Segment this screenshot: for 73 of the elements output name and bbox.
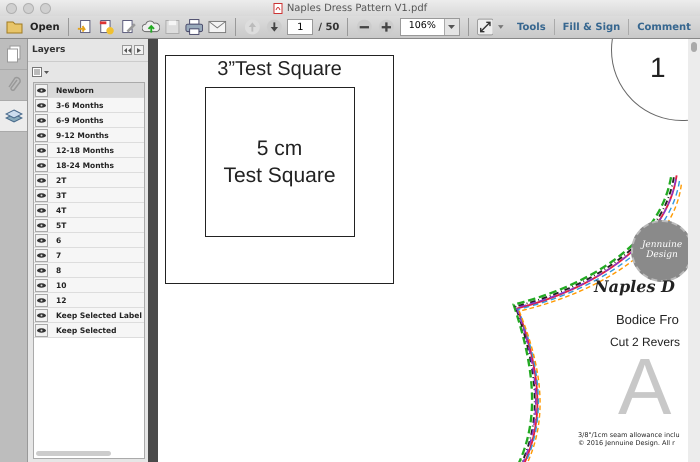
- visibility-toggle[interactable]: [35, 204, 48, 216]
- visibility-toggle[interactable]: [35, 144, 48, 156]
- folder-icon: [6, 20, 24, 34]
- paperclip-icon: [6, 76, 22, 94]
- square-label: Test Square: [223, 163, 336, 189]
- visibility-toggle[interactable]: [35, 264, 48, 276]
- eye-icon: [37, 238, 46, 242]
- eye-icon: [37, 222, 46, 228]
- caret-icon: [448, 25, 456, 29]
- right-arrow-icon: [137, 48, 141, 52]
- layers-icon: [4, 108, 22, 124]
- visibility-toggle[interactable]: [35, 128, 48, 142]
- logo-text: Design: [646, 251, 678, 261]
- scrollbar-thumb[interactable]: [36, 450, 111, 456]
- eye-icon: [37, 298, 46, 302]
- zoom-dropdown[interactable]: 106%: [400, 18, 460, 36]
- eye-icon: [37, 132, 46, 138]
- eye-icon: [37, 252, 46, 258]
- toolbar-link[interactable]: Comment: [634, 22, 694, 32]
- pdf-file-icon: [272, 2, 283, 14]
- visibility-toggle[interactable]: [35, 188, 48, 202]
- eye-icon: [37, 118, 46, 122]
- square-label: 5 cm: [256, 136, 302, 162]
- visibility-toggle[interactable]: [35, 248, 48, 262]
- eye-icon: [37, 192, 46, 198]
- expand-panel-button[interactable]: [134, 45, 144, 55]
- toolbar-link[interactable]: Fill & Sign: [560, 22, 624, 32]
- visibility-toggle[interactable]: [35, 158, 48, 172]
- toolbar-link[interactable]: Tools: [514, 22, 549, 32]
- caret-icon[interactable]: [498, 25, 504, 29]
- visibility-toggle[interactable]: [35, 324, 48, 336]
- visibility-toggle[interactable]: [35, 114, 48, 126]
- page-number-field[interactable]: 1: [287, 19, 314, 35]
- collapse-panel-button[interactable]: [122, 45, 132, 55]
- visibility-toggle[interactable]: [35, 84, 48, 96]
- document-badge-icon[interactable]: [98, 18, 115, 36]
- expand-icon[interactable]: [476, 18, 494, 36]
- open-button[interactable]: Open: [6, 20, 60, 34]
- visibility-toggle[interactable]: [35, 218, 48, 232]
- pattern-name: Naples D: [594, 277, 675, 296]
- eye-icon: [37, 88, 46, 92]
- visibility-toggle[interactable]: [35, 294, 48, 306]
- eye-icon: [37, 102, 46, 108]
- logo-text: Jennuine: [642, 241, 682, 250]
- eye-icon: [37, 178, 46, 182]
- visibility-toggle[interactable]: [35, 174, 48, 186]
- visibility-toggle[interactable]: [35, 278, 48, 292]
- piece-name: Bodice Fro: [616, 312, 679, 327]
- visibility-toggle[interactable]: [35, 308, 48, 322]
- eye-icon: [37, 148, 46, 152]
- eye-icon: [37, 312, 46, 318]
- print-icon[interactable]: [184, 18, 204, 36]
- square-label: 3”Test Square: [217, 58, 342, 81]
- edit-document-icon[interactable]: [120, 18, 137, 36]
- cut-instruction: Cut 2 Revers: [610, 335, 680, 349]
- visibility-toggle[interactable]: [35, 98, 48, 112]
- scrollbar-thumb[interactable]: [691, 42, 697, 52]
- window-title: Naples Dress Pattern V1.pdf: [286, 2, 428, 14]
- mail-icon[interactable]: [208, 19, 228, 35]
- eye-icon: [37, 282, 46, 288]
- side-tab[interactable]: [0, 101, 27, 132]
- visibility-toggle[interactable]: [35, 234, 48, 246]
- eye-icon: [37, 328, 46, 332]
- eye-icon: [37, 268, 46, 272]
- eye-icon: [37, 208, 46, 212]
- document-arrow-icon[interactable]: [76, 18, 94, 36]
- options-menu-icon[interactable]: [32, 67, 50, 77]
- pages-icon: [6, 45, 22, 63]
- double-left-arrow-icon: [124, 48, 130, 52]
- eye-icon: [37, 162, 46, 168]
- piece-number: 1: [650, 52, 666, 84]
- panel-title: Layers: [32, 45, 66, 55]
- page-total: / 50: [318, 22, 340, 32]
